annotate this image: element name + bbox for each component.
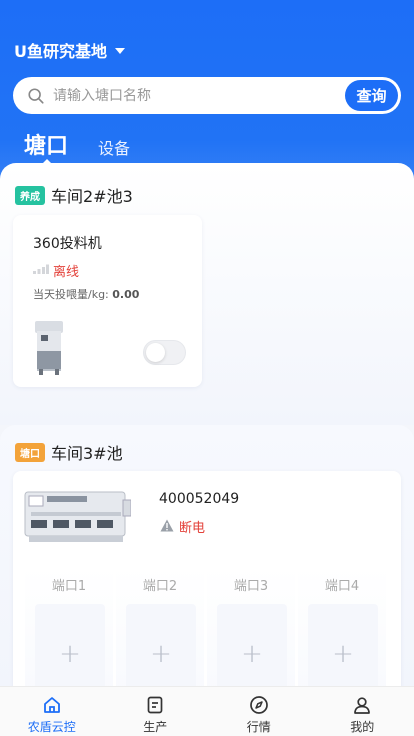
feeder-switch[interactable]: [143, 340, 186, 365]
pond-badge: 塘口: [15, 442, 45, 462]
switch-knob: [146, 343, 165, 362]
device-card[interactable]: 360投料机 离线 当天投喂量/kg: 0.00: [13, 215, 202, 387]
stage-badge: 养成: [15, 185, 45, 205]
tabbar-market[interactable]: 行情: [207, 687, 311, 736]
controller-device-image: [24, 491, 131, 542]
plus-icon: +: [332, 639, 354, 669]
pond-title: 车间2#池3: [51, 187, 133, 206]
bottom-tab-bar: 农盾云控 生产 行情 我的: [0, 686, 414, 736]
tab-ponds[interactable]: 塘口: [24, 128, 69, 165]
home-icon: [43, 697, 60, 713]
controller-status: 断电: [179, 521, 206, 536]
pond-section: 养成 车间2#池3 360投料机 离线 当天投喂量/kg: 0.00: [0, 163, 414, 425]
plus-icon: +: [150, 639, 172, 669]
device-name: 360投料机: [33, 236, 102, 252]
caret-down-icon: [115, 48, 125, 54]
tabbar-market-label: 行情: [246, 720, 271, 734]
tabbar-home[interactable]: 农盾云控: [0, 687, 104, 736]
port-label: 端口2: [142, 579, 178, 594]
feed-amount-value: 0.00: [112, 288, 140, 301]
pond-header: 塘口 车间3#池: [15, 440, 123, 464]
tab-devices[interactable]: 设备: [98, 135, 130, 159]
pond-section: 塘口 车间3#池 400052049 断电 端口1 + 端口2 + 端口3 + …: [0, 425, 414, 717]
controller-id: 400052049: [159, 491, 240, 507]
plus-icon: +: [241, 639, 263, 669]
port-label: 端口1: [51, 579, 87, 594]
plus-icon: +: [59, 639, 81, 669]
search-button[interactable]: 查询: [345, 80, 398, 111]
tabbar-production[interactable]: 生产: [104, 687, 208, 736]
controller-card[interactable]: 400052049 断电 端口1 + 端口2 + 端口3 + 端口4 +: [13, 471, 401, 717]
compass-icon: [249, 696, 268, 714]
signal-icon: [33, 264, 49, 274]
feeder-device-image: [35, 321, 63, 375]
feed-amount-label: 当天投喂量/kg:: [33, 288, 109, 301]
tabbar-production-label: 生产: [143, 720, 168, 734]
tabbar-profile-label: 我的: [350, 720, 375, 734]
tab-ponds-label: 塘口: [24, 134, 69, 159]
base-selector[interactable]: U鱼研究基地: [14, 38, 125, 62]
search-icon: [28, 87, 44, 104]
port-label: 端口4: [324, 579, 360, 594]
tabbar-profile[interactable]: 我的: [311, 687, 414, 736]
user-icon: [354, 697, 371, 714]
tabbar-home-label: 农盾云控: [27, 720, 76, 734]
base-name: U鱼研究基地: [14, 42, 107, 61]
tab-bar: 塘口 设备: [0, 126, 414, 166]
device-status: 离线: [53, 265, 80, 280]
pond-header: 养成 车间2#池3: [15, 183, 133, 207]
document-icon: [147, 696, 163, 714]
search-bar: 查询: [13, 77, 401, 114]
warning-icon: [160, 519, 174, 532]
port-label: 端口3: [233, 579, 269, 594]
feed-amount: 当天投喂量/kg: 0.00: [33, 286, 139, 302]
pond-title: 车间3#池: [51, 444, 123, 463]
